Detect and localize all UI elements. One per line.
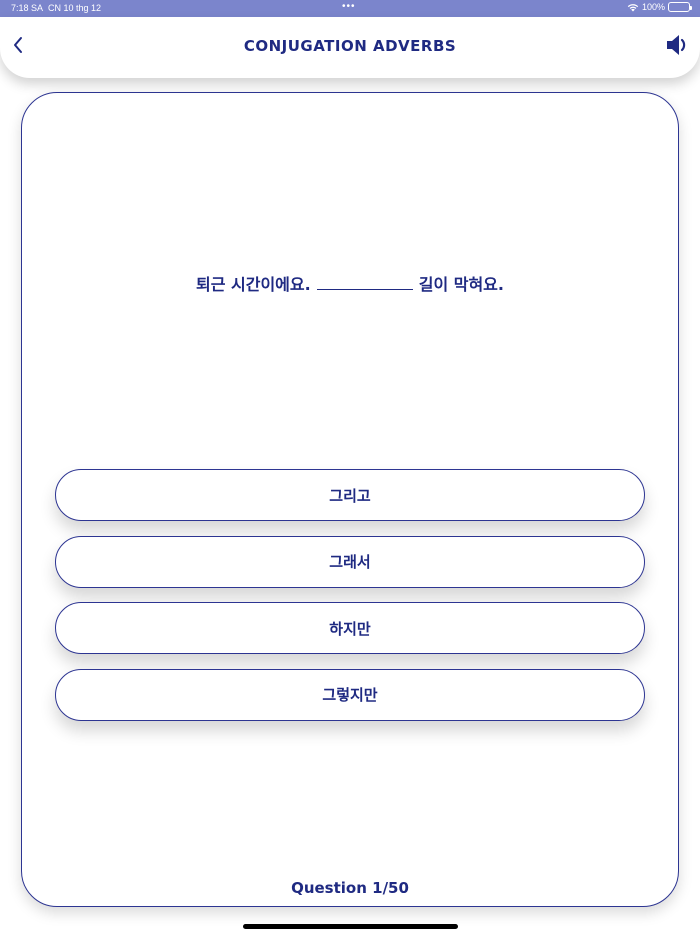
status-bar: 7:18 SA CN 10 thg 12 ••• 100% <box>0 0 700 17</box>
answer-options: 그리고 그래서 하지만 그렇지만 <box>55 469 645 735</box>
wifi-icon <box>627 3 639 12</box>
speaker-icon <box>665 33 687 61</box>
battery-icon <box>668 2 692 12</box>
battery-percent: 100% <box>641 2 665 12</box>
page-title: CONJUGATION ADVERBS <box>243 37 457 55</box>
status-time: 7:18 SA <box>11 3 44 13</box>
question-after-blank: 길이 막혀요. <box>418 275 504 294</box>
multitask-dots[interactable]: ••• <box>342 1 356 12</box>
question-text: 퇴근 시간이에요. 길이 막혀요. <box>22 271 678 295</box>
nav-bar: CONJUGATION ADVERBS <box>0 17 700 78</box>
answer-option-4[interactable]: 그렇지만 <box>55 668 645 721</box>
question-before-blank: 퇴근 시간이에요. <box>196 275 311 294</box>
status-right: 100% <box>627 2 692 12</box>
home-indicator[interactable] <box>243 924 458 929</box>
question-card: 퇴근 시간이에요. 길이 막혀요. 그리고 그래서 하지만 그렇지만 Questi… <box>21 92 679 907</box>
speaker-button[interactable] <box>664 33 688 61</box>
status-date: CN 10 thg 12 <box>48 3 102 13</box>
answer-blank <box>316 278 413 290</box>
question-progress: Question 1/50 <box>291 879 409 897</box>
answer-option-2[interactable]: 그래서 <box>55 535 645 588</box>
answer-option-3[interactable]: 하지만 <box>55 602 645 654</box>
answer-option-1[interactable]: 그리고 <box>55 469 645 521</box>
